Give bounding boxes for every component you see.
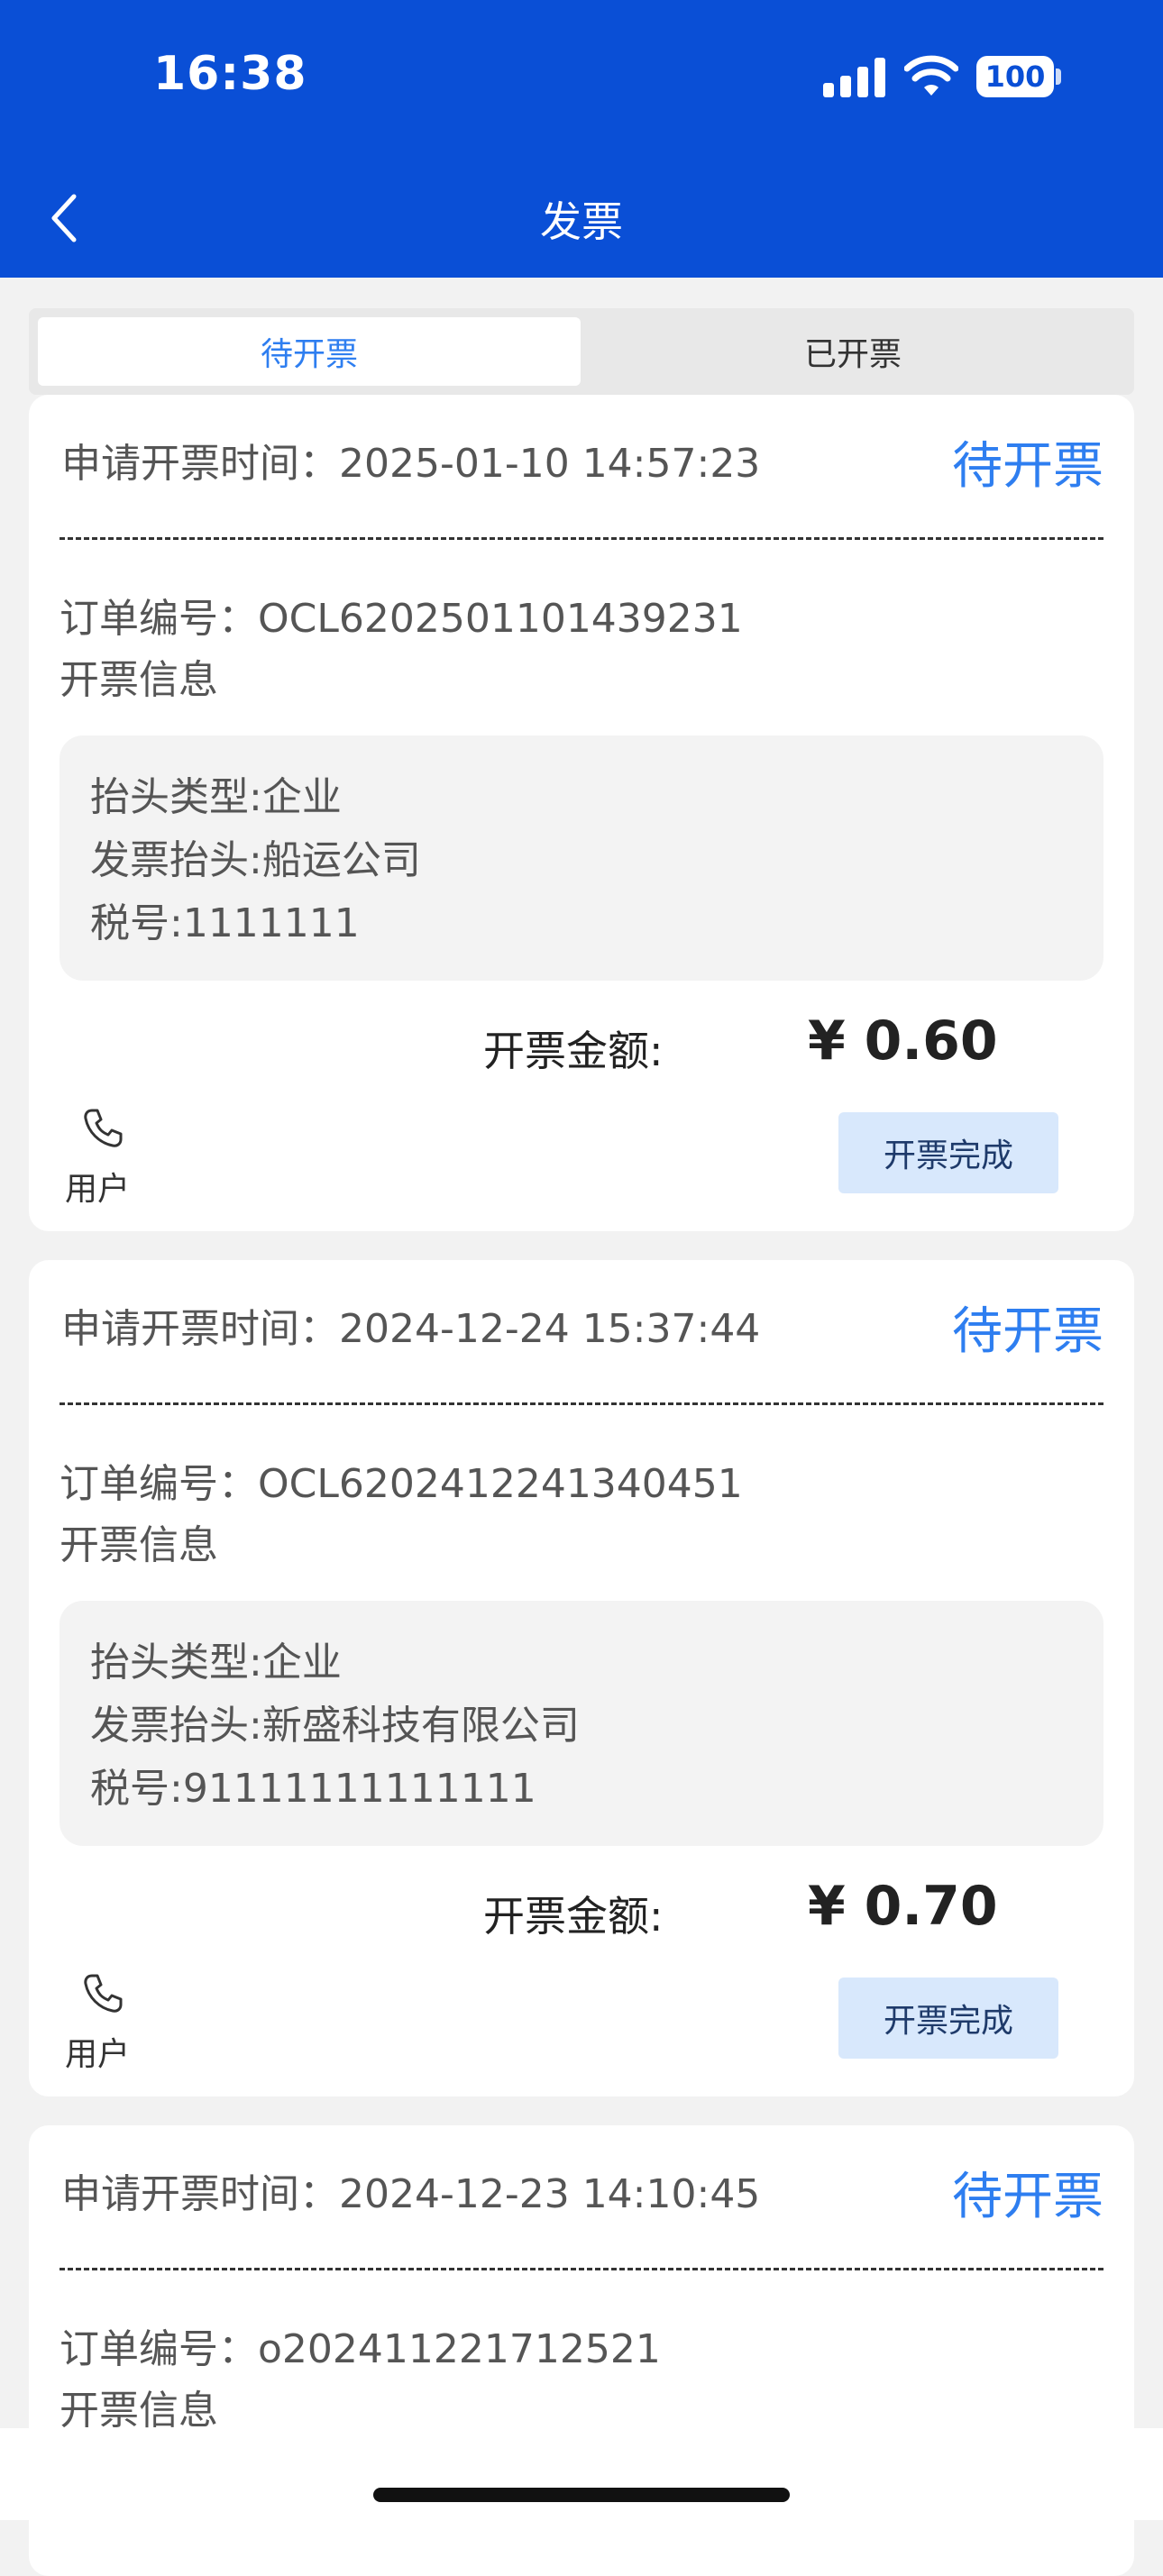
phone-icon[interactable] (81, 1107, 124, 1150)
request-time: 申请开票时间：2025-01-10 14:57:23 (61, 441, 761, 487)
user-contact-label[interactable]: 用户 (65, 2028, 130, 2075)
amount-label: 开票金额: (483, 1027, 664, 1075)
page-title: 发票 (540, 197, 623, 246)
status-badge: 待开票 (952, 437, 1103, 496)
tax-number: 税号:91111111111111 (90, 1766, 536, 1812)
battery-cap (1056, 69, 1061, 85)
request-time: 申请开票时间：2024-12-23 14:10:45 (61, 2171, 761, 2217)
tab-issued[interactable]: 已开票 (581, 317, 1125, 386)
home-indicator[interactable] (373, 2488, 790, 2502)
status-badge: 待开票 (952, 1302, 1103, 1361)
status-time: 16:38 (153, 47, 307, 101)
battery-indicator: 100 (976, 56, 1061, 97)
invoice-info-box: 抬头类型:企业 发票抬头:新盛科技有限公司 税号:91111111111111 (60, 1601, 1103, 1846)
signal-icon (823, 58, 885, 97)
order-number: 订单编号：o202411221712521 (60, 2326, 661, 2372)
wifi-icon (904, 55, 958, 96)
title-type: 抬头类型:企业 (90, 1640, 342, 1685)
invoice-info-title: 开票信息 (60, 2388, 218, 2434)
invoice-info-box: 抬头类型:企业 发票抬头:船运公司 税号:1111111 (60, 735, 1103, 981)
status-badge: 待开票 (952, 2168, 1103, 2226)
home-bar-area (0, 2428, 1163, 2520)
phone-icon[interactable] (81, 1972, 124, 2015)
order-number: 订单编号：OCL6202501101439231 (60, 596, 743, 642)
amount-label: 开票金额: (483, 1892, 664, 1941)
invoice-info-title: 开票信息 (60, 1522, 218, 1568)
amount-value: ¥ 0.60 (808, 1009, 998, 1073)
invoice-info-title: 开票信息 (60, 657, 218, 703)
dashed-divider (60, 1402, 1103, 1405)
invoice-title: 发票抬头:船运公司 (90, 837, 421, 883)
order-number: 订单编号：OCL6202412241340451 (60, 1461, 743, 1507)
dashed-divider (60, 2268, 1103, 2270)
user-contact-label[interactable]: 用户 (65, 1163, 130, 1210)
app-header: 16:38 100 发票 (0, 0, 1163, 278)
tab-pending[interactable]: 待开票 (38, 317, 581, 386)
invoice-tabs: 待开票 已开票 (29, 308, 1134, 395)
title-type: 抬头类型:企业 (90, 774, 342, 820)
tax-number: 税号:1111111 (90, 900, 360, 946)
battery-level: 100 (976, 56, 1054, 97)
invoice-complete-button[interactable]: 开票完成 (838, 1112, 1058, 1193)
invoice-card: 申请开票时间：2024-12-24 15:37:44 待开票 订单编号：OCL6… (29, 1260, 1134, 2096)
amount-value: ¥ 0.70 (808, 1875, 998, 1938)
invoice-complete-button[interactable]: 开票完成 (838, 1978, 1058, 2059)
invoice-title: 发票抬头:新盛科技有限公司 (90, 1703, 580, 1749)
dashed-divider (60, 537, 1103, 540)
request-time: 申请开票时间：2024-12-24 15:37:44 (61, 1306, 761, 1352)
invoice-card: 申请开票时间：2025-01-10 14:57:23 待开票 订单编号：OCL6… (29, 395, 1134, 1231)
